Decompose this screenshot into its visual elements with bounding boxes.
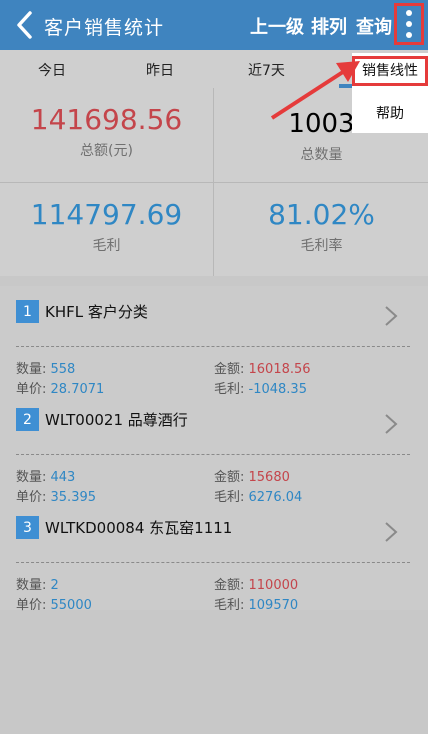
menu-item-help[interactable]: 帮助 [352, 103, 428, 123]
sort-button[interactable]: 排列 [311, 13, 347, 39]
list-item-title: WLT00021 品尊酒行 [45, 411, 188, 429]
qty-field: 数量: 2 [16, 578, 59, 593]
query-button[interactable]: 查询 [356, 13, 392, 39]
list-item[interactable]: 3 WLTKD00084 东瓦窑1111 数量: 2 金额: 110000 单价… [0, 502, 428, 613]
chevron-left-icon [17, 11, 32, 39]
more-options-button[interactable] [394, 3, 424, 45]
price-field: 单价: 55000 [16, 598, 92, 613]
list-item-header: 2 WLT00021 品尊酒行 [16, 408, 188, 431]
stat-value: 141698.56 [30, 103, 183, 136]
stat-label: 毛利 [92, 238, 121, 254]
stat-label: 总数量 [300, 147, 343, 163]
chevron-right-icon[interactable] [384, 306, 398, 326]
tab-last-7-days[interactable]: 近7天 [248, 60, 285, 80]
customer-list: 1 KHFL 客户分类 数量: 558 金额: 16018.56 单价: 28.… [0, 276, 428, 734]
amount-field: 金额: 16018.56 [214, 362, 311, 377]
index-badge: 1 [16, 300, 39, 323]
stat-gross-profit: 114797.69 毛利 [0, 183, 213, 276]
tab-yesterday[interactable]: 昨日 [146, 60, 174, 80]
vertical-dots-icon [406, 10, 412, 16]
divider [16, 346, 410, 347]
app-header: 客户销售统计 上一级 排列 查询 [0, 0, 428, 50]
list-item-header: 3 WLTKD00084 东瓦窑1111 [16, 516, 232, 539]
stat-total-amount: 141698.56 总额(元) [0, 88, 213, 181]
amount-field: 金额: 110000 [214, 578, 299, 593]
list-item-title: WLTKD00084 东瓦窑1111 [45, 519, 233, 537]
list-item[interactable]: 2 WLT00021 品尊酒行 数量: 443 金额: 15680 单价: 35… [0, 394, 428, 505]
list-item[interactable]: 1 KHFL 客户分类 数量: 558 金额: 16018.56 单价: 28.… [0, 286, 428, 397]
stat-value: 114797.69 [30, 198, 183, 231]
list-item-header: 1 KHFL 客户分类 [16, 300, 148, 323]
stat-label: 毛利率 [300, 238, 343, 254]
back-button[interactable] [10, 6, 38, 44]
divider [16, 454, 410, 455]
stat-label: 总额(元) [80, 143, 133, 159]
chevron-right-icon[interactable] [384, 414, 398, 434]
stat-gross-margin: 81.02% 毛利率 [215, 183, 428, 276]
index-badge: 2 [16, 408, 39, 431]
up-level-button[interactable]: 上一级 [250, 13, 304, 39]
overflow-menu: 销售线性 帮助 [352, 53, 428, 133]
divider [16, 562, 410, 563]
menu-item-sales-linear[interactable]: 销售线性 [352, 56, 428, 86]
list-item-title: KHFL 客户分类 [45, 303, 148, 321]
profit-field: 毛利: 109570 [214, 598, 299, 613]
qty-field: 数量: 443 [16, 470, 76, 485]
stat-value: 81.02% [268, 198, 375, 231]
tab-today[interactable]: 今日 [38, 60, 66, 80]
chevron-right-icon[interactable] [384, 522, 398, 542]
qty-field: 数量: 558 [16, 362, 76, 377]
amount-field: 金额: 15680 [214, 470, 290, 485]
index-badge: 3 [16, 516, 39, 539]
page-title: 客户销售统计 [44, 17, 165, 39]
